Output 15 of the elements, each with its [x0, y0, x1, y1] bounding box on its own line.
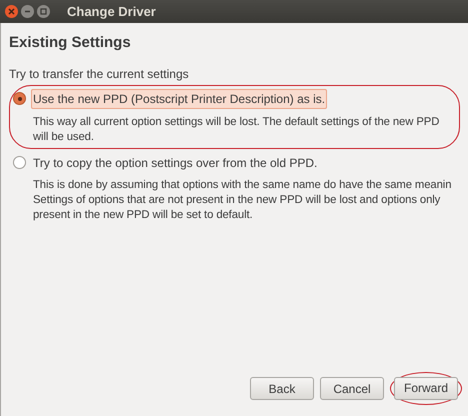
intro-text: Try to transfer the current settings	[9, 66, 190, 82]
close-icon[interactable]	[5, 5, 18, 18]
radio-button[interactable]	[13, 92, 26, 105]
option-description: This way all current option settings will be lost. The default settings of the new PPD will be used.	[33, 114, 440, 144]
radio-button[interactable]	[13, 156, 26, 169]
option-label[interactable]: Use the new PPD (Postscript Printer Description) as is.	[31, 88, 328, 108]
page-heading: Existing Settings	[9, 33, 132, 53]
option-label[interactable]: Try to copy the option settings over from the old PPD.	[31, 154, 320, 172]
wizard-button[interactable]: Forward	[394, 376, 458, 400]
wizard-button[interactable]: Cancel	[320, 377, 384, 400]
wizard-button[interactable]: Back	[250, 377, 314, 400]
minimize-icon[interactable]	[21, 5, 34, 18]
window-title: Change Driver	[67, 2, 156, 21]
option-description: This is done by assuming that options with the same name do have the same meanin Settings of options that are not present in the new PPD will be lost and options only present in the new PPD will be set to default.	[33, 178, 452, 222]
maximize-icon[interactable]	[37, 5, 50, 18]
